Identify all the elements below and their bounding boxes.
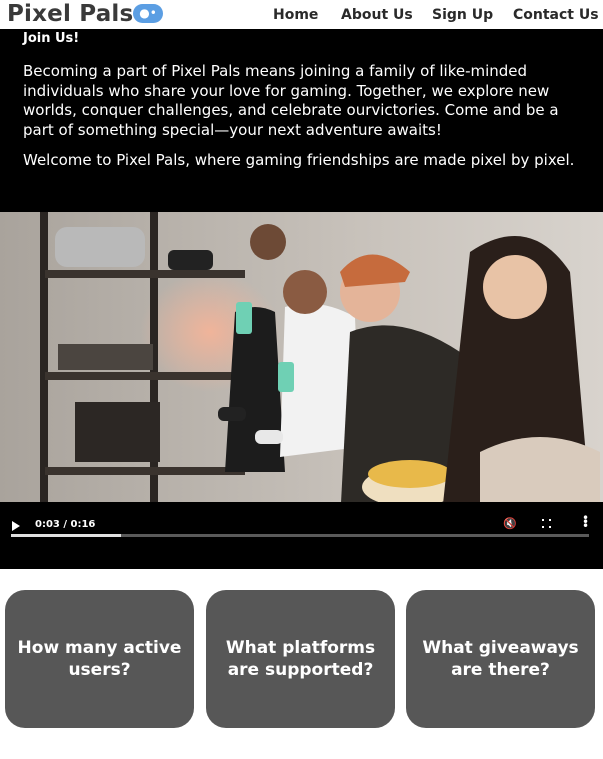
welcome-paragraph: Welcome to Pixel Pals, where gaming frie… xyxy=(23,151,575,169)
faq-card-giveaways[interactable]: What giveaways are there? xyxy=(406,590,595,728)
mute-icon[interactable]: 🔇 xyxy=(503,517,517,530)
video-progress-fill xyxy=(11,534,121,537)
more-options-icon[interactable]: • • • xyxy=(582,512,589,532)
site-logo[interactable]: Pixel Pals xyxy=(7,0,133,28)
faq-card-label: What platforms are supported? xyxy=(225,638,376,680)
fullscreen-icon-gap xyxy=(540,521,553,526)
video-player[interactable]: 0:03 / 0:16 🔇 • • • xyxy=(0,212,603,569)
video-progress-bar[interactable] xyxy=(11,534,589,537)
nav-sign-up[interactable]: Sign Up xyxy=(432,6,493,24)
site-header: Pixel Pals ●• Home About Us Sign Up Cont… xyxy=(0,0,603,29)
faq-card-label: How many active users? xyxy=(17,638,182,680)
join-title: Join Us! xyxy=(23,31,80,46)
nav-home[interactable]: Home xyxy=(273,6,318,24)
join-section: Join Us! Becoming a part of Pixel Pals m… xyxy=(0,29,603,212)
play-icon[interactable] xyxy=(12,521,20,531)
video-time: 0:03 / 0:16 xyxy=(35,519,96,530)
video-controls: 0:03 / 0:16 🔇 • • • xyxy=(0,502,603,569)
nav-contact-us[interactable]: Contact Us xyxy=(513,6,599,24)
faq-card-platforms[interactable]: What platforms are supported? xyxy=(206,590,395,728)
faq-card-active-users[interactable]: How many active users? xyxy=(5,590,194,728)
nav-about-us[interactable]: About Us xyxy=(341,6,413,24)
faq-card-label: What giveaways are there? xyxy=(422,638,579,680)
gamepad-icon: ●• xyxy=(133,4,163,23)
join-paragraph: Becoming a part of Pixel Pals means join… xyxy=(23,62,559,139)
